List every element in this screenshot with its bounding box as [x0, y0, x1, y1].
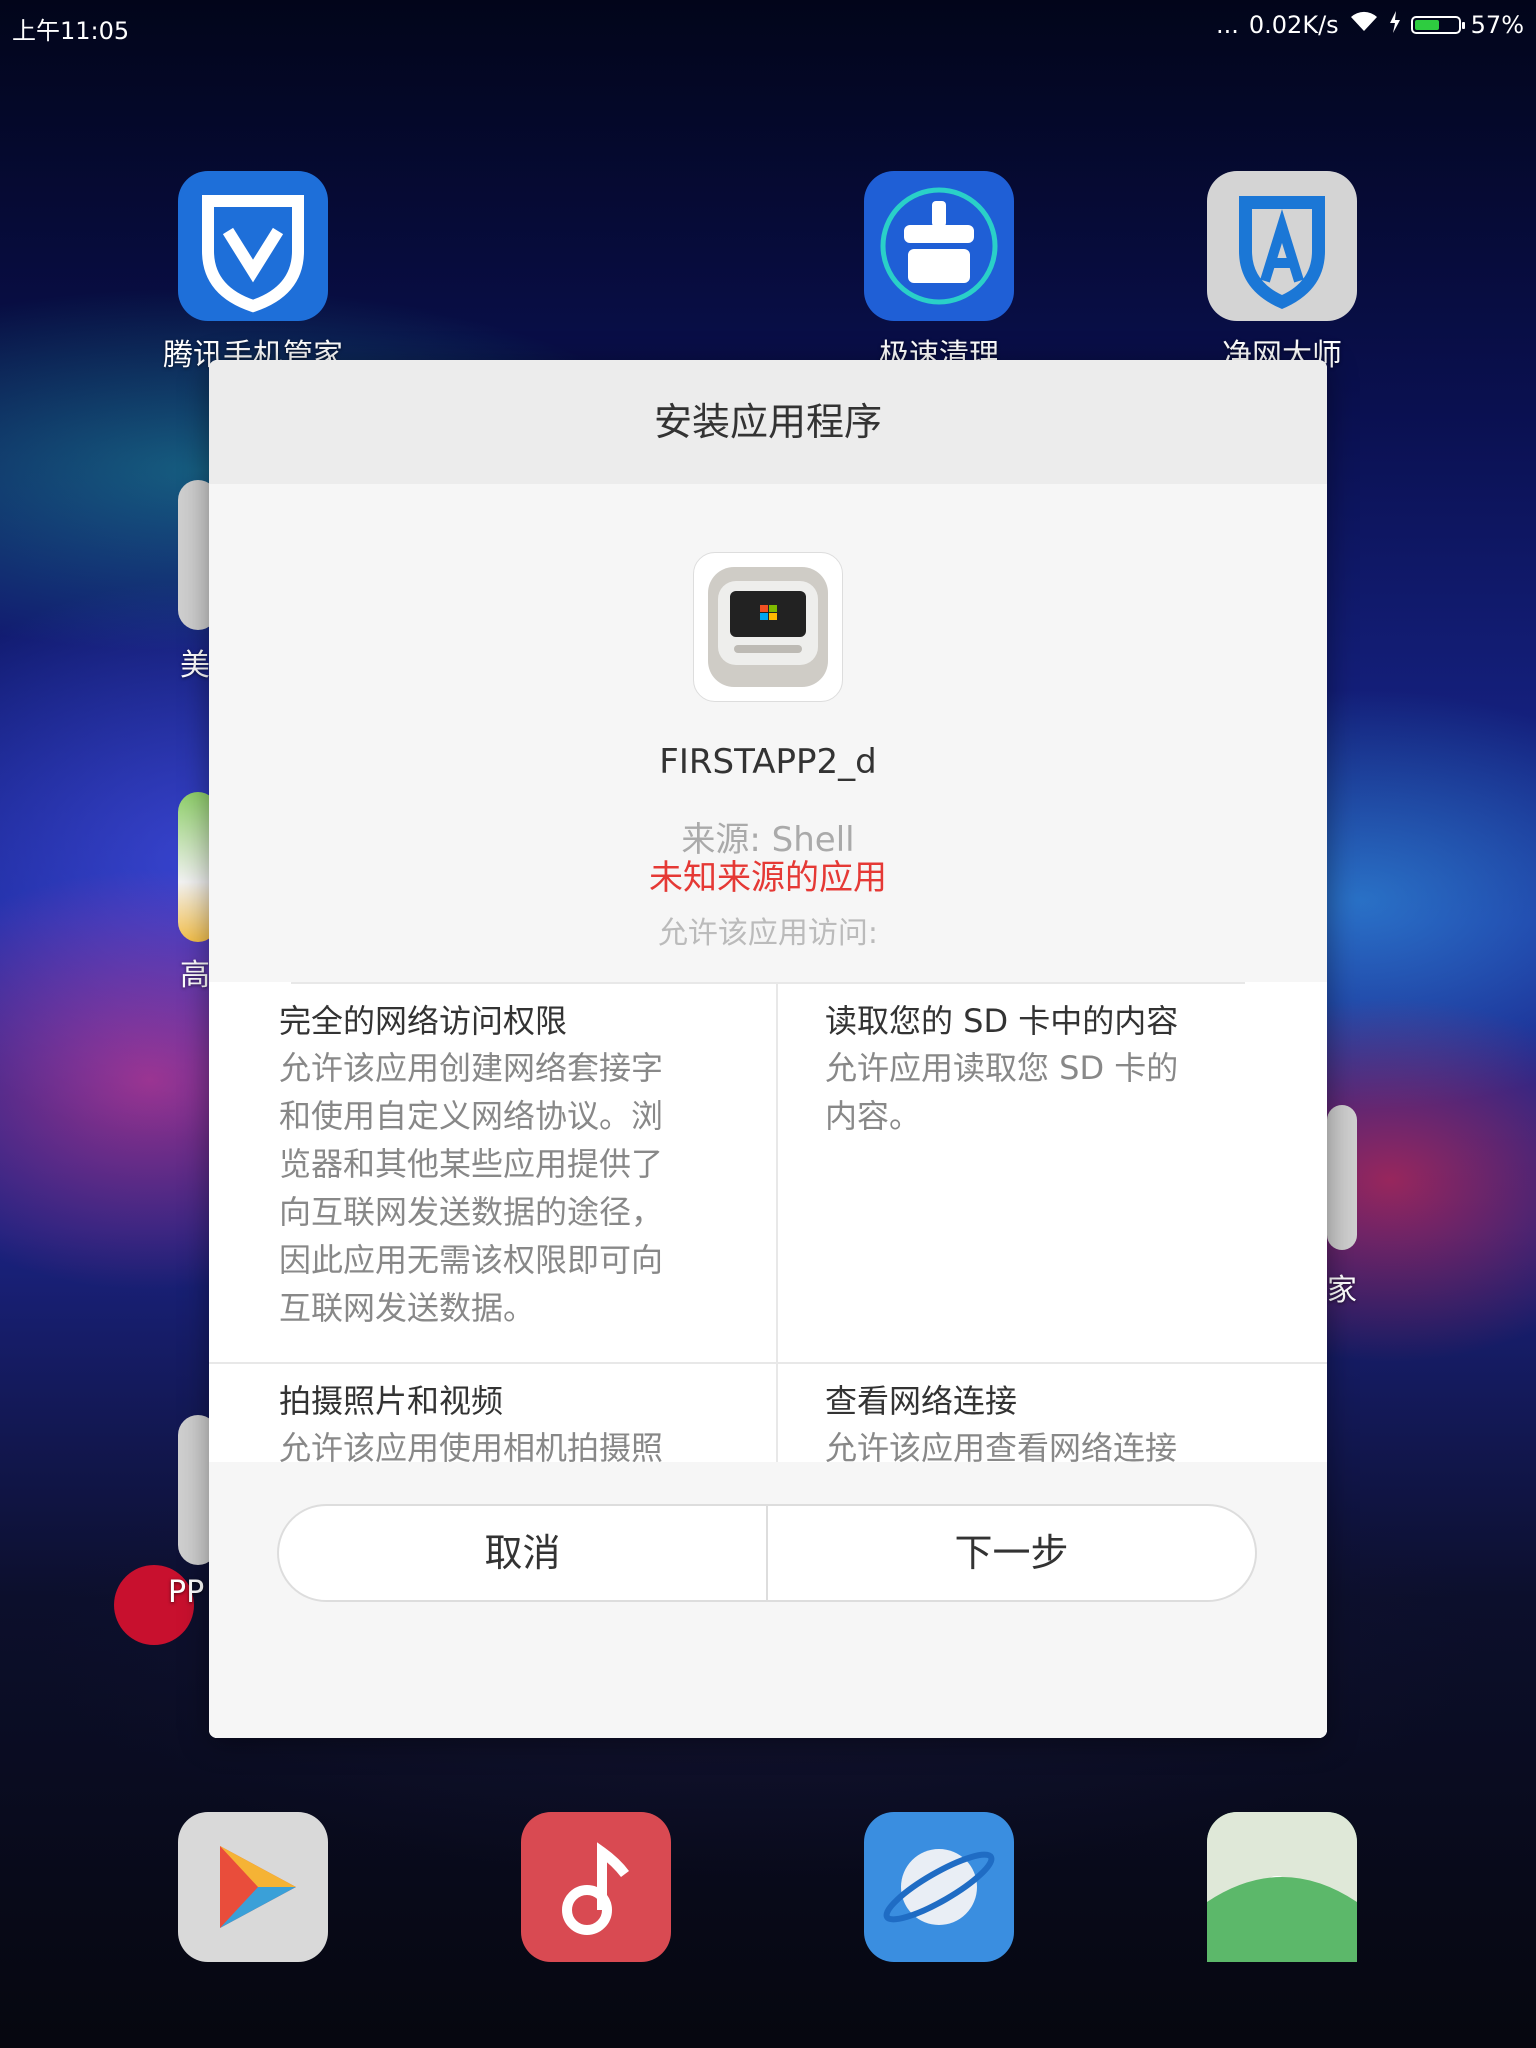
play-triangle-icon [220, 1846, 296, 1928]
app-icon-thumbnail [693, 552, 843, 702]
music-note-icon [562, 1842, 629, 1935]
permission-title: 拍摄照片和视频 [279, 1382, 504, 1420]
unknown-source-warning: 未知来源的应用 [649, 858, 887, 898]
computer-icon [708, 567, 828, 687]
net-master-app[interactable] [1207, 171, 1357, 321]
next-button[interactable]: 下一步 [768, 1506, 1255, 1600]
install-dialog: 安装应用程序 FIRSTAPP2_d 来源: Shell 未知来源的应用 允许该… [209, 360, 1327, 1738]
wifi-icon [1349, 11, 1379, 39]
side-app-right[interactable] [1327, 1105, 1357, 1250]
battery-icon [1410, 16, 1465, 34]
landscape-icon [1207, 1812, 1357, 1962]
status-time: 上午11:05 [12, 17, 130, 45]
cancel-button[interactable]: 取消 [279, 1506, 766, 1600]
dialog-buttons: 取消 下一步 [209, 1462, 1327, 1738]
status-indicators: ... 0.02K/s 57% [1216, 11, 1524, 39]
network-speed: 0.02K/s [1248, 11, 1339, 39]
shield-v-icon [202, 195, 304, 313]
permission-title: 完全的网络访问权限 [279, 1002, 568, 1040]
status-bar: 上午11:05 ... 0.02K/s 57% [0, 0, 1536, 50]
browser-icon[interactable] [864, 1812, 1014, 1962]
signal-dots: ... [1216, 11, 1239, 39]
allow-access-label: 允许该应用访问: [657, 916, 879, 951]
battery-percent: 57% [1470, 11, 1524, 39]
planet-icon [883, 1849, 995, 1925]
broom-icon [880, 187, 998, 305]
divider [291, 982, 1245, 984]
divider [209, 1362, 1327, 1364]
play-store-icon[interactable] [178, 1812, 328, 1962]
speed-clean-app[interactable] [864, 171, 1014, 321]
tencent-manager-app[interactable] [178, 171, 328, 321]
gallery-icon[interactable] [1207, 1812, 1357, 1962]
charging-icon [1389, 11, 1401, 39]
button-group: 取消 下一步 [277, 1504, 1257, 1602]
permission-title: 查看网络连接 [825, 1382, 1018, 1420]
shield-a-icon [1239, 196, 1325, 309]
permission-title: 读取您的 SD 卡中的内容 [825, 1002, 1179, 1040]
divider [776, 982, 778, 1522]
dialog-title: 安装应用程序 [209, 360, 1327, 484]
permission-desc: 允许该应用创建网络套接字 和使用自定义网络协议。浏 览器和其他某些应用提供了 向… [279, 1049, 664, 1327]
jia-label: 家 [1327, 1273, 1357, 1308]
app-name: FIRSTAPP2_d [659, 742, 877, 782]
permission-desc: 允许应用读取您 SD 卡的 内容。 [825, 1049, 1179, 1135]
music-icon[interactable] [521, 1812, 671, 1962]
